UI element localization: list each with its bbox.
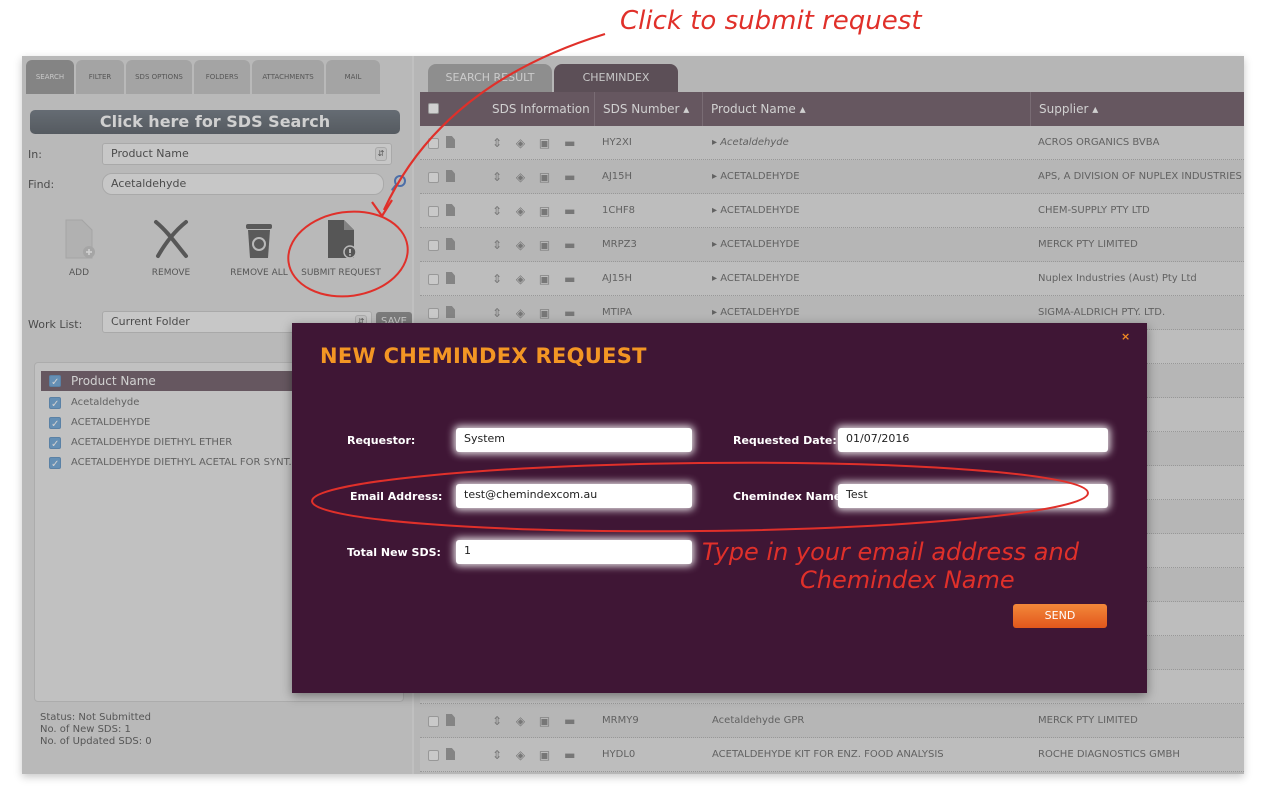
requested-date-field[interactable]: 01/07/2016 <box>838 428 1108 452</box>
total-new-sds-field[interactable]: 1 <box>456 540 692 564</box>
chemindex-name-label: Chemindex Name: <box>733 490 846 503</box>
chemindex-name-field[interactable]: Test <box>838 484 1108 508</box>
email-label: Email Address: <box>350 490 443 503</box>
requestor-field[interactable]: System <box>456 428 692 452</box>
new-chemindex-request-dialog <box>292 323 1147 693</box>
total-new-sds-label: Total New SDS: <box>347 546 441 559</box>
annotation-bottom-callout-line2: Chemindex Name <box>800 566 1015 594</box>
close-icon[interactable]: × <box>1121 330 1130 343</box>
requested-date-label: Requested Date: <box>733 434 837 447</box>
annotation-bottom-callout-line1: Type in your email address and <box>702 538 1079 566</box>
send-button[interactable]: SEND <box>1013 604 1107 628</box>
requestor-label: Requestor: <box>347 434 416 447</box>
dialog-title: NEW CHEMINDEX REQUEST <box>320 344 647 368</box>
email-field[interactable]: test@chemindexcom.au <box>456 484 692 508</box>
annotation-top-callout: Click to submit request <box>620 6 922 36</box>
